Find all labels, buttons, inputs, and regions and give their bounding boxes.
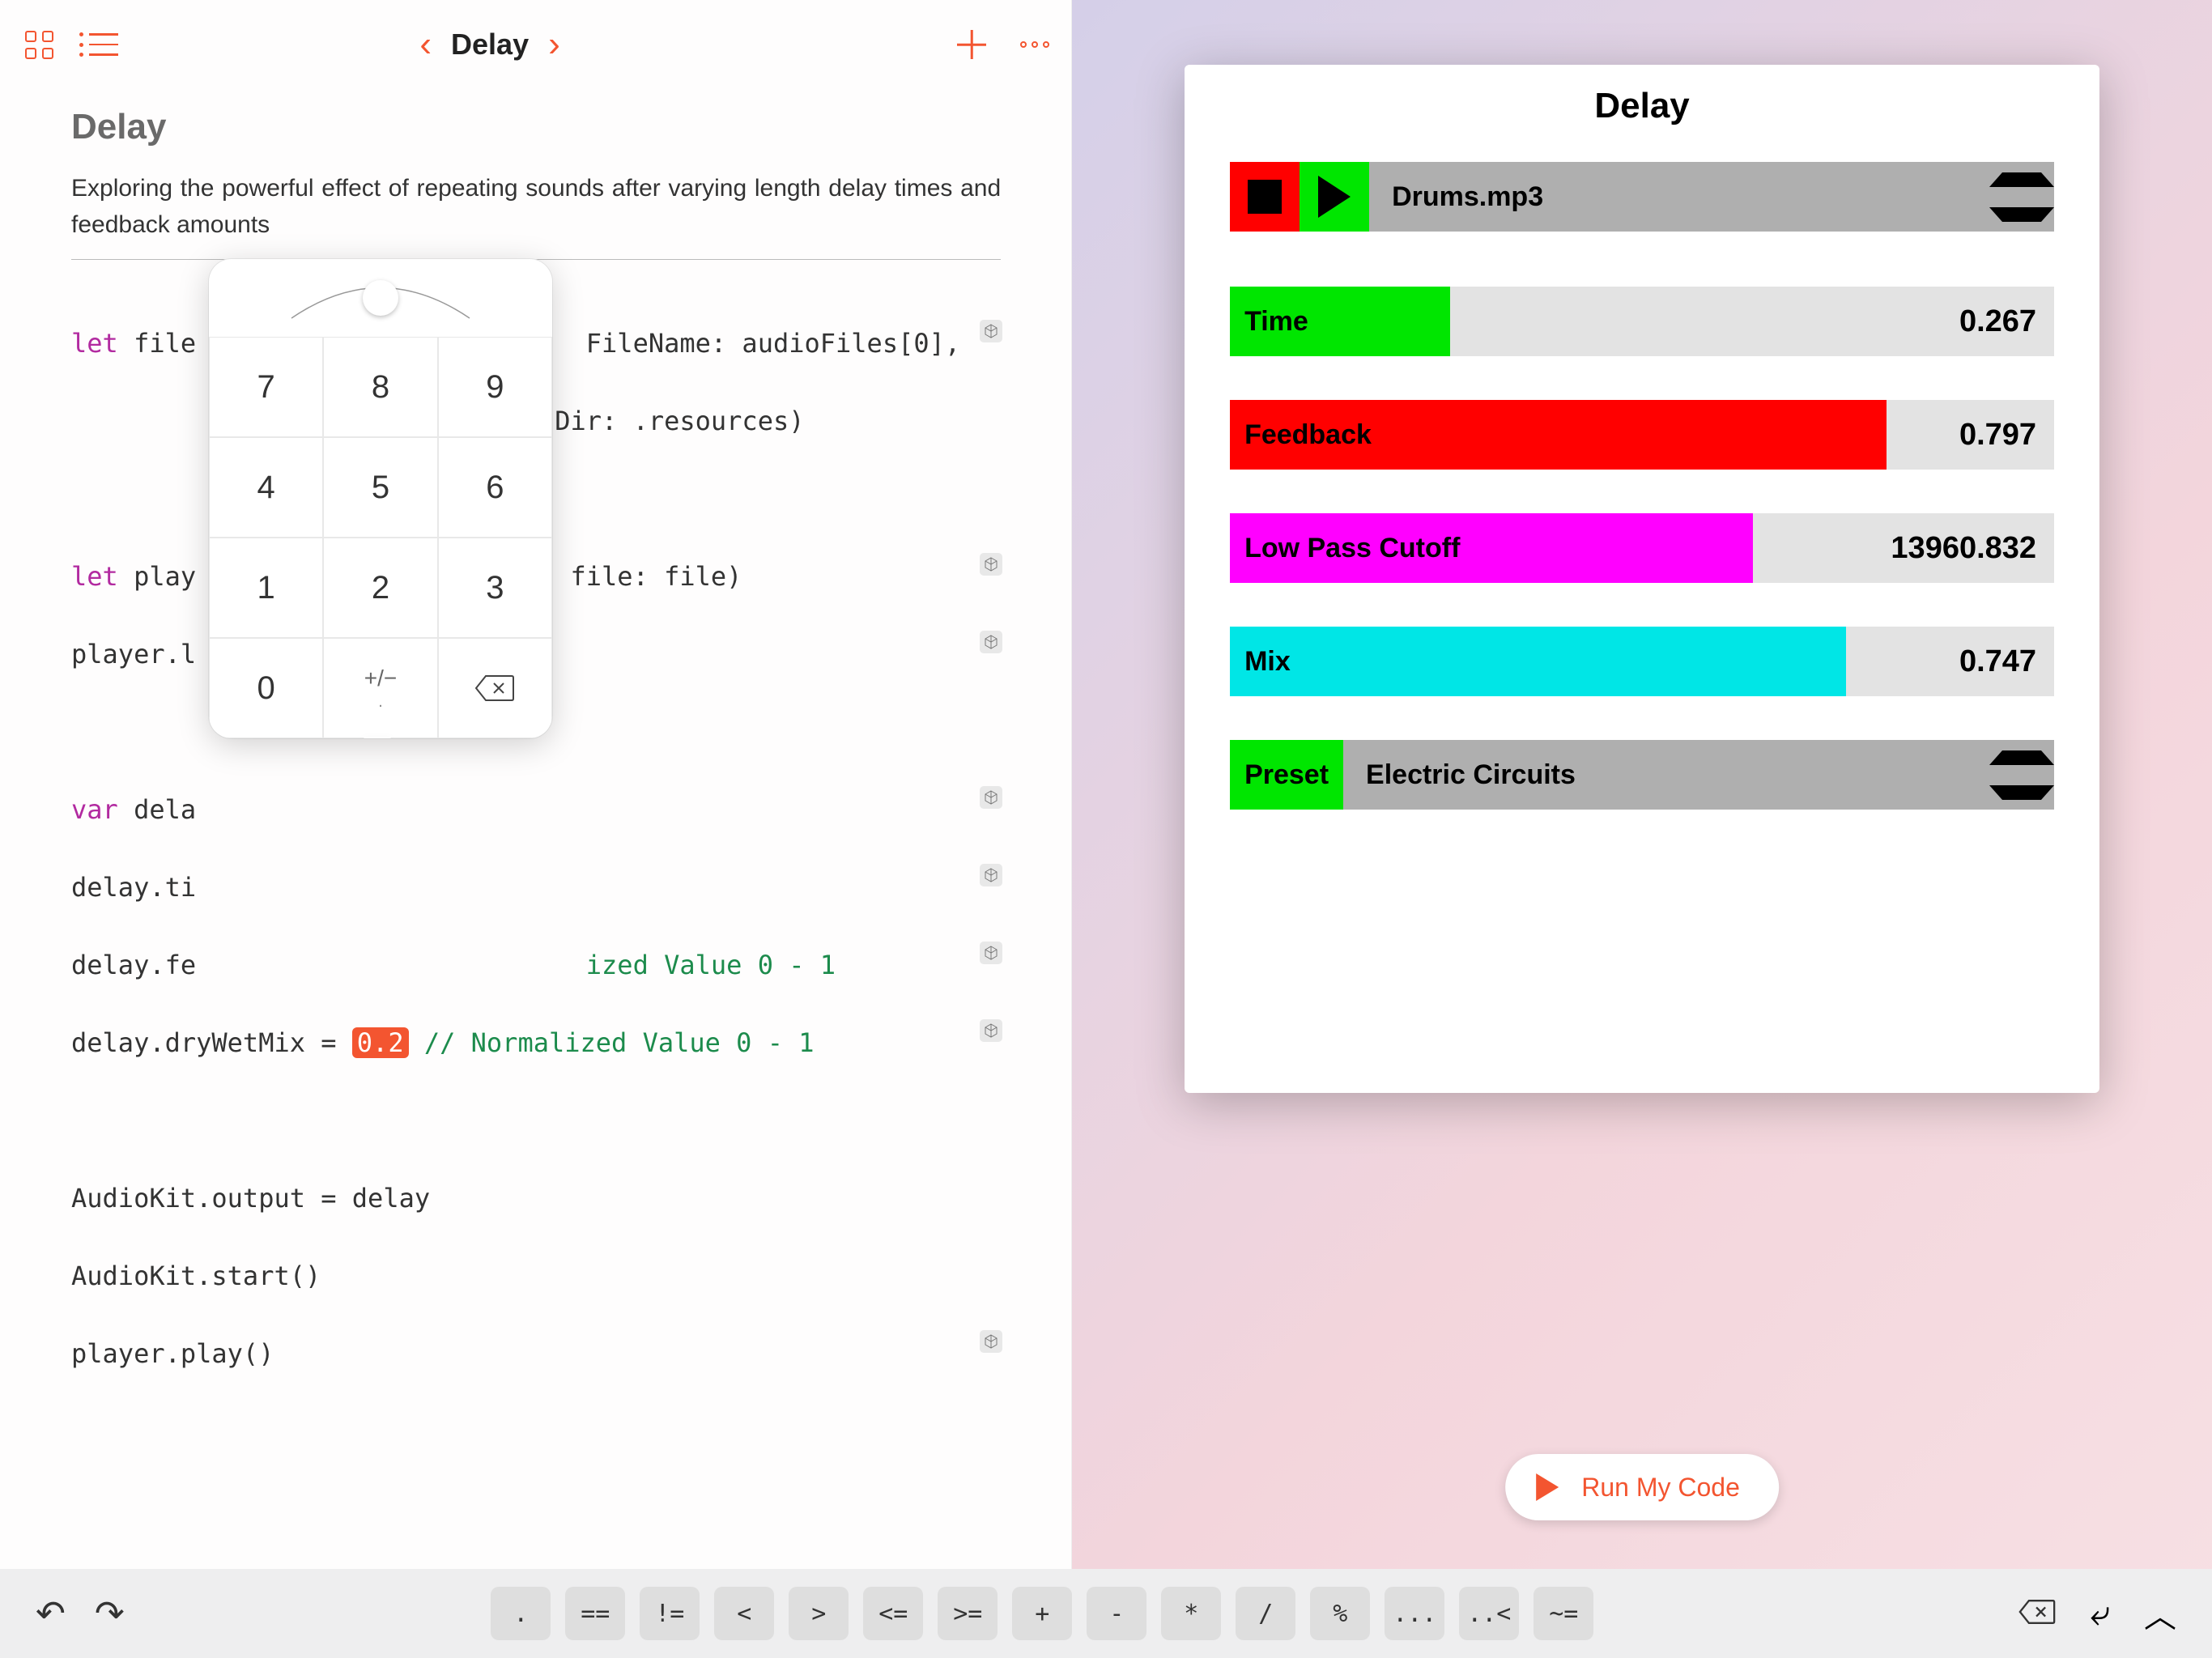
result-cube-icon[interactable] <box>980 1019 1002 1042</box>
operator-key[interactable]: <= <box>863 1587 923 1640</box>
stop-button[interactable] <box>1230 162 1300 232</box>
result-cube-icon[interactable] <box>980 864 1002 886</box>
param-slider[interactable]: Feedback 0.797 <box>1230 400 2054 470</box>
stepper-down-icon[interactable] <box>1989 197 2054 232</box>
preset-label: Preset <box>1230 740 1343 810</box>
param-label: Low Pass Cutoff <box>1230 533 1460 564</box>
result-cube-icon[interactable] <box>980 553 1002 576</box>
audio-file-label: Drums.mp3 <box>1369 181 1543 213</box>
file-stepper[interactable] <box>1989 162 2054 232</box>
doc-title: Delay <box>71 107 1001 147</box>
numpad-key-0[interactable]: 0 <box>209 638 323 738</box>
operator-key[interactable]: / <box>1236 1587 1295 1640</box>
operator-key[interactable]: >= <box>938 1587 998 1640</box>
play-button[interactable] <box>1300 162 1369 232</box>
operator-key[interactable]: + <box>1012 1587 1072 1640</box>
param-value: 13960.832 <box>1891 531 2054 566</box>
chevron-up-icon[interactable]: ︿ <box>2144 1590 2176 1637</box>
param-slider[interactable]: Time 0.267 <box>1230 287 2054 356</box>
numpad-key-8[interactable]: 8 <box>323 337 437 437</box>
operator-key[interactable]: ~= <box>1534 1587 1593 1640</box>
result-cube-icon[interactable] <box>980 942 1002 964</box>
more-menu-icon[interactable] <box>1020 41 1049 48</box>
preset-row: Preset Electric Circuits <box>1230 740 2054 810</box>
play-icon <box>1536 1473 1559 1501</box>
param-label: Mix <box>1230 646 1291 678</box>
undo-button[interactable]: ↶ <box>36 1593 66 1635</box>
numpad-key-4[interactable]: 4 <box>209 437 323 538</box>
numpad-key-2[interactable]: 2 <box>323 538 437 638</box>
numpad-key-3[interactable]: 3 <box>438 538 552 638</box>
operator-key[interactable]: % <box>1310 1587 1370 1640</box>
operator-key[interactable]: != <box>640 1587 700 1640</box>
operator-key[interactable]: - <box>1087 1587 1146 1640</box>
preset-stepper[interactable] <box>1989 740 2054 810</box>
value-highlight[interactable]: 0.2 <box>352 1027 409 1058</box>
preset-value: Electric Circuits <box>1343 759 1576 791</box>
redo-button[interactable]: ↷ <box>95 1593 125 1635</box>
param-label: Time <box>1230 306 1308 338</box>
page-title: Delay <box>451 28 529 62</box>
stepper-up-icon[interactable] <box>1989 162 2054 197</box>
numpad-key-backspace[interactable] <box>438 638 552 738</box>
stepper-down-icon[interactable] <box>1989 775 2054 810</box>
number-pad-popover: 7 8 9 4 5 6 1 2 3 0 +/−. <box>209 259 552 738</box>
operator-key[interactable]: < <box>714 1587 774 1640</box>
param-value: 0.747 <box>1959 644 2054 679</box>
audio-file-row: Drums.mp3 <box>1230 162 2054 232</box>
operator-key[interactable]: * <box>1161 1587 1221 1640</box>
operator-key[interactable]: ... <box>1385 1587 1444 1640</box>
result-cube-icon[interactable] <box>980 786 1002 809</box>
param-label: Feedback <box>1230 419 1372 451</box>
result-cube-icon[interactable] <box>980 320 1002 342</box>
prev-chevron-icon[interactable]: ‹ <box>419 24 432 65</box>
return-key-icon[interactable]: ⤶ <box>2090 1593 2110 1634</box>
numpad-key-1[interactable]: 1 <box>209 538 323 638</box>
numpad-key-6[interactable]: 6 <box>438 437 552 538</box>
stepper-up-icon[interactable] <box>1989 740 2054 775</box>
popover-handle[interactable] <box>209 259 552 337</box>
keyboard-toolbar: ↶ ↷ . == != < > <= >= +-* /%... ..< ~= ⤶ ︿ <box>0 1569 2212 1658</box>
run-code-label: Run My Code <box>1581 1473 1740 1503</box>
run-code-button[interactable]: Run My Code <box>1505 1454 1779 1520</box>
result-cube-icon[interactable] <box>980 631 1002 653</box>
result-cube-icon[interactable] <box>980 1330 1002 1353</box>
preview-panel: Delay Drums.mp3 Time 0.267 Feedback 0.79… <box>1185 65 2099 1093</box>
add-button[interactable] <box>957 30 986 59</box>
numpad-key-9[interactable]: 9 <box>438 337 552 437</box>
operator-key[interactable]: > <box>789 1587 849 1640</box>
param-value: 0.797 <box>1959 418 2054 453</box>
numpad-key-7[interactable]: 7 <box>209 337 323 437</box>
param-slider[interactable]: Mix 0.747 <box>1230 627 2054 696</box>
operator-key[interactable]: . <box>491 1587 551 1640</box>
preview-title: Delay <box>1230 86 2054 126</box>
doc-description: Exploring the powerful effect of repeati… <box>71 170 1001 243</box>
numpad-key-5[interactable]: 5 <box>323 437 437 538</box>
operator-key[interactable]: ..< <box>1459 1587 1519 1640</box>
operator-key[interactable]: == <box>565 1587 625 1640</box>
numpad-key-sign[interactable]: +/−. <box>323 638 437 738</box>
param-slider[interactable]: Low Pass Cutoff 13960.832 <box>1230 513 2054 583</box>
param-value: 0.267 <box>1959 304 2054 339</box>
next-chevron-icon[interactable]: › <box>548 24 560 65</box>
keyboard-backspace-icon[interactable] <box>2018 1599 2056 1629</box>
